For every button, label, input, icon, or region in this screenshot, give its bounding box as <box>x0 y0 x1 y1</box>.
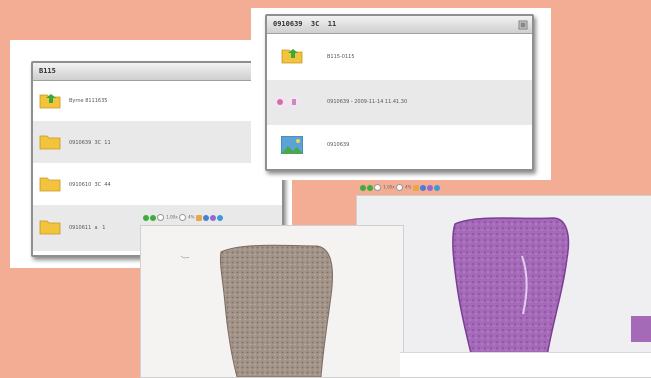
rotation-value: 4% <box>405 184 412 190</box>
list-item-label: 0910611 a 1 <box>69 225 106 231</box>
settings-icon[interactable] <box>419 184 426 191</box>
viewer-he-toolbar: 1.00x 4% <box>360 182 540 194</box>
folder-icon <box>39 135 61 150</box>
viewer-bottom-edge <box>400 352 651 377</box>
check-icon[interactable] <box>426 184 433 191</box>
rotate-icon[interactable] <box>178 214 186 221</box>
rotate-icon[interactable] <box>395 184 403 191</box>
settings-icon[interactable] <box>202 214 209 221</box>
pencil-icon[interactable] <box>412 184 419 191</box>
zoom-icon[interactable] <box>157 214 164 221</box>
list-item[interactable]: 0910639 <box>267 125 532 165</box>
list-item-label: B115-0115 <box>327 54 355 60</box>
list-item-label: 0910639 - 2009-11-14 11.41.30 <box>327 99 408 105</box>
image-icon <box>281 136 303 154</box>
check-icon[interactable] <box>209 214 216 221</box>
viewer-ihc-canvas[interactable] <box>140 225 404 378</box>
pencil-icon[interactable] <box>195 214 202 221</box>
list-item-label: 0910610 3C 44 <box>69 182 111 188</box>
zoom-level: 1.00x <box>383 184 395 190</box>
zoom-level: 1.00x <box>166 214 178 220</box>
slide-thumbnail-icon <box>275 97 301 107</box>
folder-up-icon <box>39 94 61 109</box>
help-icon[interactable] <box>216 214 223 221</box>
thumbnail-navigator[interactable] <box>631 316 651 342</box>
rotation-value: 4% <box>188 214 195 220</box>
pan-right-icon[interactable] <box>367 184 373 191</box>
ihc-stained-tissue <box>180 244 333 377</box>
list-item-label: 0910639 <box>327 142 350 148</box>
viewer-ihc-toolbar: 1.00x 4% <box>143 212 323 224</box>
folder-icon <box>39 220 61 235</box>
help-icon[interactable] <box>433 184 440 191</box>
list-item-label: Byrne 8111635 <box>69 98 108 104</box>
panel-title: B115 <box>33 63 282 81</box>
panel-title: 0910639 3C 11 <box>267 16 532 34</box>
pan-right-icon[interactable] <box>150 214 156 221</box>
zoom-icon[interactable] <box>374 184 381 191</box>
pan-left-icon[interactable] <box>143 214 149 221</box>
folder-up-icon <box>281 49 303 64</box>
list-item[interactable]: 0910610 3C 44 <box>33 163 282 205</box>
list-item[interactable]: Byrne 8111635 <box>33 81 282 121</box>
list-item-label: 0910639 3C 11 <box>69 140 111 146</box>
folder-browser-panel-right: 0910639 3C 11 B115-0115 0910639 - 2009-1… <box>265 14 534 171</box>
window-control-icon[interactable] <box>518 20 528 30</box>
folder-icon <box>39 177 61 192</box>
list-item[interactable]: B115-0115 <box>267 34 532 80</box>
list-item[interactable]: 0910639 - 2009-11-14 11.41.30 <box>267 80 532 125</box>
pan-left-icon[interactable] <box>360 184 366 191</box>
list-item[interactable]: 0910639 3C 11 <box>33 121 282 163</box>
